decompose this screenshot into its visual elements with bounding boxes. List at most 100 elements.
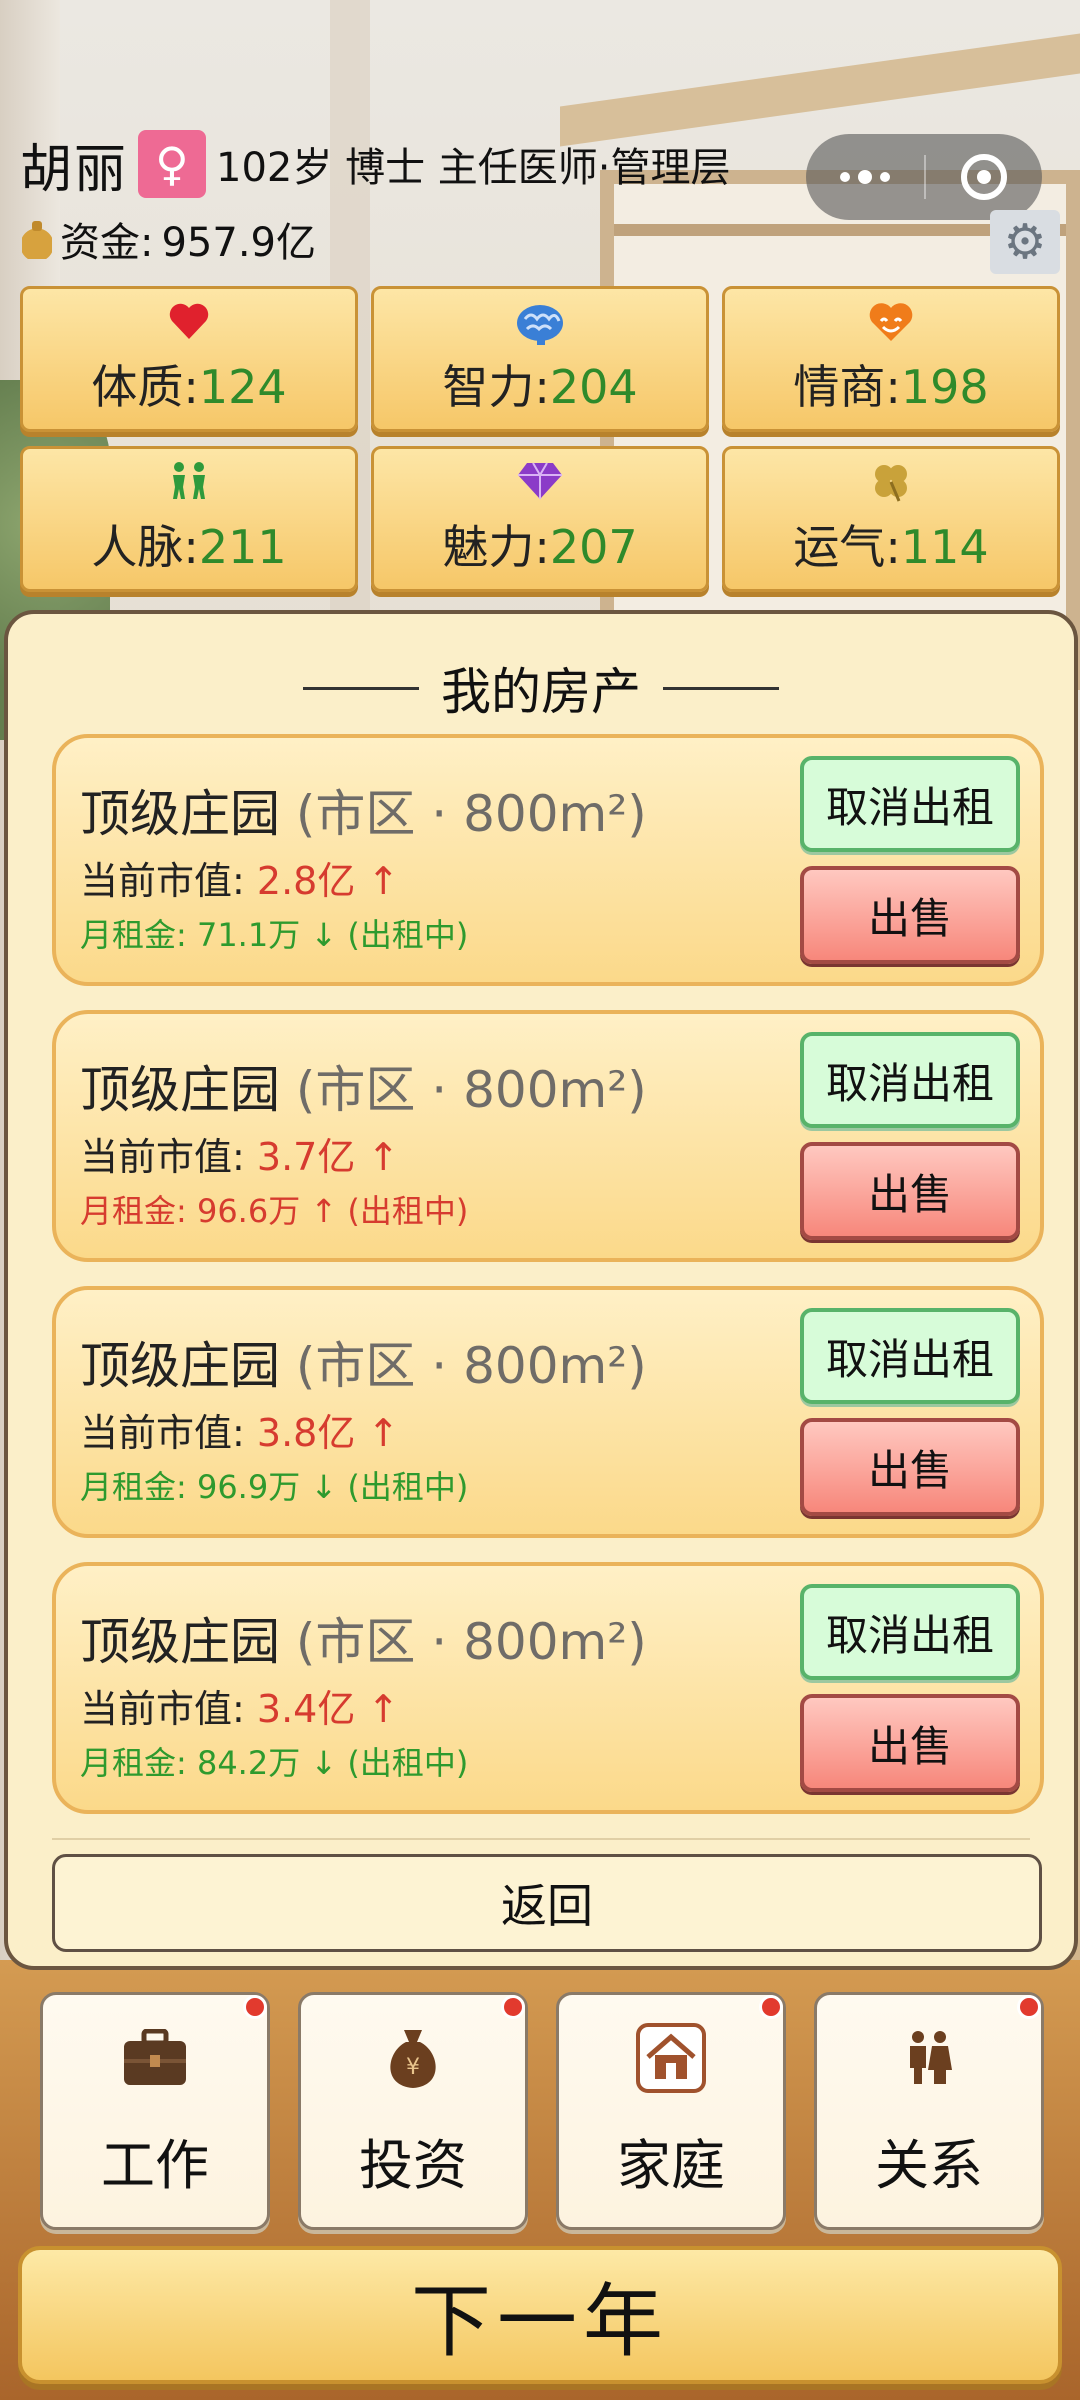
stat-value: 207: [549, 520, 638, 574]
back-button[interactable]: 返回: [52, 1854, 1042, 1952]
stat-card-eq: 情商:198: [722, 286, 1060, 432]
property-value-row: 当前市值: 3.7亿 ↑: [80, 1126, 399, 1181]
market-value: 3.4亿 ↑: [256, 1687, 400, 1731]
stat-label: 魅力:: [442, 520, 550, 574]
property-list[interactable]: 顶级庄园 (市区 · 800m²) 当前市值: 2.8亿 ↑ 月租金: 71.1…: [52, 734, 1044, 1844]
property-card: 顶级庄园 (市区 · 800m²) 当前市值: 2.8亿 ↑ 月租金: 71.1…: [52, 734, 1044, 986]
property-location: (市区 · 800m²): [295, 785, 647, 843]
stat-label: 情商:: [793, 360, 901, 414]
property-name: 顶级庄园: [80, 1061, 280, 1119]
monthly-rent: 月租金: 84.2万 ↓ (出租中): [80, 1744, 469, 1782]
player-name: 胡丽: [20, 139, 129, 200]
female-icon: ♀: [138, 130, 207, 198]
sell-button[interactable]: 出售: [800, 1694, 1020, 1792]
svg-text:¥: ¥: [406, 2055, 420, 2080]
sell-button[interactable]: 出售: [800, 1142, 1020, 1240]
stats-grid: 体质:124 智力:204 情商:198 人脉:211 魅力:207 运气:11…: [20, 286, 1060, 592]
stat-card-intelligence: 智力:204: [371, 286, 709, 432]
stat-value: 114: [900, 520, 989, 574]
stat-card-luck: 运气:114: [722, 446, 1060, 592]
sell-button[interactable]: 出售: [800, 1418, 1020, 1516]
property-name: 顶级庄园: [80, 1337, 280, 1395]
property-title: 顶级庄园 (市区 · 800m²): [80, 774, 647, 846]
people-icon: [167, 461, 211, 505]
monthly-rent: 月租金: 96.6万 ↑ (出租中): [80, 1192, 469, 1230]
property-location: (市区 · 800m²): [295, 1337, 647, 1395]
nav-work-button[interactable]: 工作: [40, 1992, 270, 2230]
property-card: 顶级庄园 (市区 · 800m²) 当前市值: 3.8亿 ↑ 月租金: 96.9…: [52, 1286, 1044, 1538]
gear-icon: ⚙: [1003, 214, 1047, 270]
money-label: 资金:: [60, 220, 154, 266]
panel-title-text: 我的房产: [441, 663, 641, 721]
cancel-rent-button[interactable]: 取消出租: [800, 1308, 1020, 1404]
monthly-rent: 月租金: 96.9万 ↓ (出租中): [80, 1468, 469, 1506]
player-header: 胡丽 ♀ 102岁 博士 主任医师·管理层: [20, 124, 800, 204]
stat-label: 智力:: [442, 360, 550, 414]
market-value: 3.8亿 ↑: [256, 1411, 400, 1455]
property-panel: 我的房产 顶级庄园 (市区 · 800m²) 当前市值: 2.8亿 ↑ 月租金:…: [4, 610, 1078, 1970]
notification-badge: [501, 1995, 525, 2019]
list-divider: [52, 1838, 1030, 1840]
property-location: (市区 · 800m²): [295, 1061, 647, 1119]
player-description: 102岁 博士 主任医师·管理层: [216, 145, 731, 191]
property-title: 顶级庄园 (市区 · 800m²): [80, 1602, 647, 1674]
monthly-rent: 月租金: 71.1万 ↓ (出租中): [80, 916, 469, 954]
miniprogram-capsule: [806, 134, 1042, 220]
stat-value: 198: [900, 360, 989, 414]
property-value-row: 当前市值: 2.8亿 ↑: [80, 850, 399, 905]
bottom-nav: 工作 ¥ 投资 家庭 关系: [40, 1992, 1044, 2230]
nav-label: 投资: [359, 2133, 467, 2197]
property-value-row: 当前市值: 3.8亿 ↑: [80, 1402, 399, 1457]
stat-value: 204: [549, 360, 638, 414]
more-options-button[interactable]: [806, 170, 924, 184]
nav-label: 家庭: [617, 2133, 725, 2197]
cancel-rent-button[interactable]: 取消出租: [800, 1032, 1020, 1128]
market-value-label: 当前市值:: [80, 1135, 245, 1179]
nav-family-button[interactable]: 家庭: [556, 1992, 786, 2230]
cancel-rent-button[interactable]: 取消出租: [800, 1584, 1020, 1680]
stat-card-constitution: 体质:124: [20, 286, 358, 432]
notification-badge: [1017, 1995, 1041, 2019]
notification-badge: [759, 1995, 783, 2019]
cancel-rent-button[interactable]: 取消出租: [800, 756, 1020, 852]
target-icon: [961, 154, 1007, 200]
stat-card-charm: 魅力:207: [371, 446, 709, 592]
property-title: 顶级庄园 (市区 · 800m²): [80, 1326, 647, 1398]
money-bag-icon: ¥: [382, 2023, 444, 2093]
stat-label: 体质:: [91, 360, 199, 414]
next-year-button[interactable]: 下一年: [18, 2246, 1062, 2384]
close-miniprogram-button[interactable]: [926, 154, 1042, 200]
stat-value: 211: [198, 520, 287, 574]
market-value: 2.8亿 ↑: [256, 859, 400, 903]
market-value-label: 当前市值:: [80, 1687, 245, 1731]
sell-button[interactable]: 出售: [800, 866, 1020, 964]
property-name: 顶级庄园: [80, 785, 280, 843]
clover-icon: [870, 461, 912, 505]
money-bag-icon: [22, 219, 52, 259]
couple-icon: [905, 2023, 953, 2093]
nav-invest-button[interactable]: ¥ 投资: [298, 1992, 528, 2230]
heart-icon: [168, 301, 210, 345]
stat-label: 运气:: [793, 520, 901, 574]
property-card: 顶级庄园 (市区 · 800m²) 当前市值: 3.7亿 ↑ 月租金: 96.6…: [52, 1010, 1044, 1262]
notification-badge: [243, 1995, 267, 2019]
money-display: 资金: 957.9亿: [22, 210, 316, 268]
nav-label: 工作: [101, 2133, 209, 2197]
briefcase-icon: [122, 2023, 188, 2093]
settings-button[interactable]: ⚙: [990, 210, 1060, 274]
house-icon: [636, 2022, 706, 2093]
nav-relations-button[interactable]: 关系: [814, 1992, 1044, 2230]
diamond-icon: [517, 461, 563, 505]
property-location: (市区 · 800m²): [295, 1613, 647, 1671]
property-name: 顶级庄园: [80, 1613, 280, 1671]
market-value-label: 当前市值:: [80, 1411, 245, 1455]
stat-value: 124: [198, 360, 287, 414]
property-card: 顶级庄园 (市区 · 800m²) 当前市值: 3.4亿 ↑ 月租金: 84.2…: [52, 1562, 1044, 1814]
nav-label: 关系: [875, 2133, 983, 2197]
property-value-row: 当前市值: 3.4亿 ↑: [80, 1678, 399, 1733]
smile-heart-icon: [868, 301, 914, 345]
stat-card-network: 人脉:211: [20, 446, 358, 592]
money-value: 957.9亿: [161, 220, 316, 266]
market-value: 3.7亿 ↑: [256, 1135, 400, 1179]
stat-label: 人脉:: [91, 520, 199, 574]
